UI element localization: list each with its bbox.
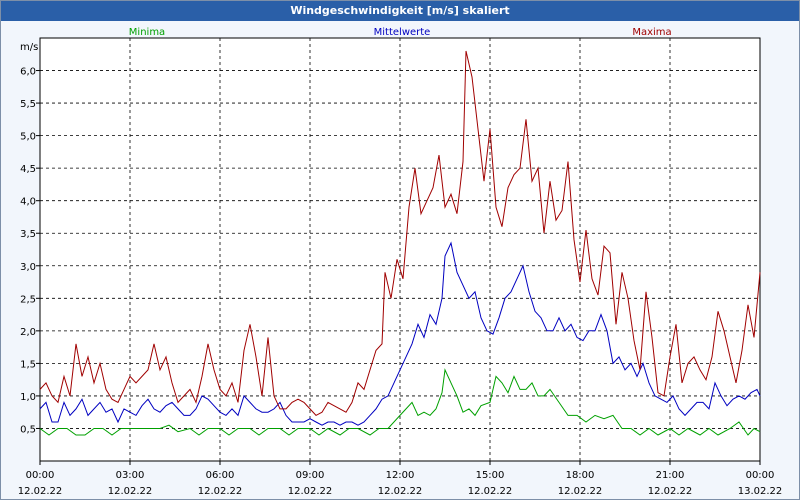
x-axis: 00:00 12.02.22 03:00 12.02.22 06:00 12.02.22 0… [18,461,783,497]
y-tick-label: 1,0 [20,392,36,403]
y-tick-label: 2,0 [20,327,36,338]
y-tick-label: 3,0 [20,262,36,273]
legend-item-minima: Minima [129,27,165,38]
legend-item-mittelwerte: Mittelwerte [374,27,431,38]
y-tick-label: 4,5 [20,164,36,175]
x-tick-date-label: 12.02.22 [288,486,333,497]
x-tick-time-label: 06:00 [206,470,235,481]
x-tick-date-label: 12.02.22 [378,486,423,497]
x-tick-time-label: 15:00 [476,470,505,481]
x-tick-date-label: 12.02.22 [558,486,603,497]
x-tick-time-label: 21:00 [656,470,685,481]
y-tick-label: 3,5 [20,229,36,240]
legend: Minima Mittelwerte Maxima [129,27,672,38]
y-tick-label: 4,0 [20,197,36,208]
y-axis: m/s 0,5 1,0 1,5 2,0 2,5 3,0 3,5 4,0 4,5 5,0 5,5 6,0 [20,42,40,435]
y-tick-label: 5,5 [20,99,36,110]
x-tick-time-label: 09:00 [296,470,325,481]
x-tick-date-label: 12.02.22 [198,486,243,497]
x-tick-time-label: 00:00 [26,470,55,481]
x-tick-date-label: 12.02.22 [468,486,513,497]
x-tick-date-label: 12.02.22 [648,486,693,497]
x-tick-date-label: 13.02.22 [738,486,783,497]
y-tick-label: 1,5 [20,359,36,370]
x-tick-time-label: 03:00 [116,470,145,481]
y-tick-label: 0,5 [20,424,36,435]
x-tick-time-label: 18:00 [566,470,595,481]
wind-speed-chart: m/s0,51,01,52,02,53,03,54,04,55,05,56,0 … [18,27,783,497]
y-tick-label: 2,5 [20,294,36,305]
x-tick-date-label: 12.02.22 [18,486,63,497]
y-tick-label: 6,0 [20,67,36,78]
y-axis-label: m/s [20,42,38,53]
x-tick-time-label: 00:00 [746,470,775,481]
x-tick-time-label: 12:00 [386,470,415,481]
y-tick-label: 5,0 [20,132,36,143]
legend-item-maxima: Maxima [632,27,671,38]
x-tick-date-label: 12.02.22 [108,486,153,497]
